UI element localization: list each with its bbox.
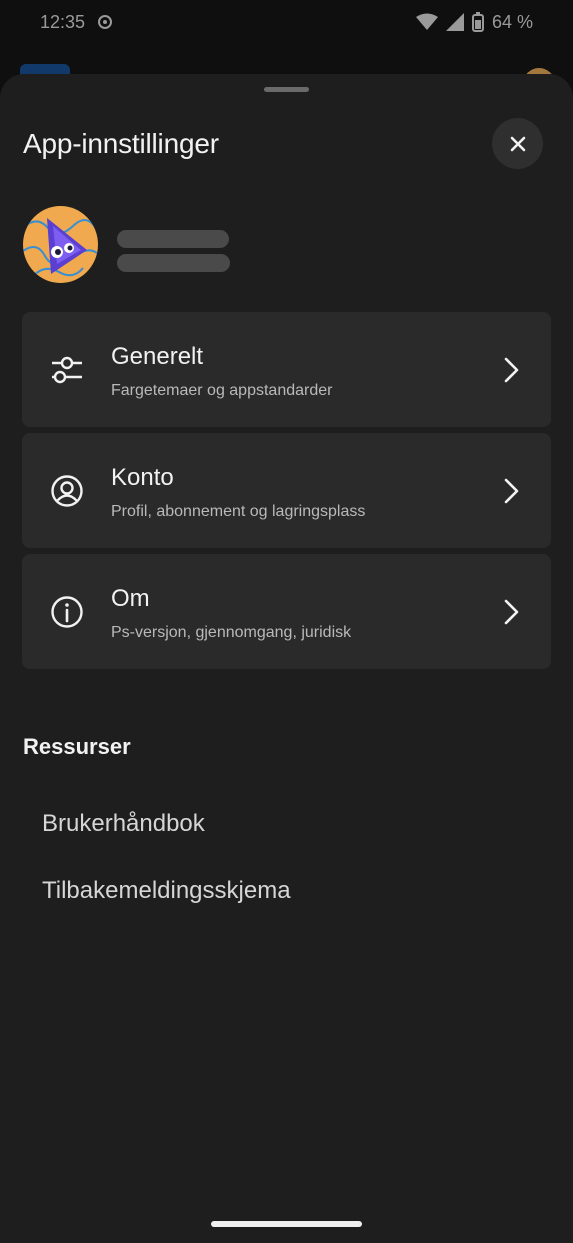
- avatar[interactable]: [23, 206, 98, 283]
- user-circle-icon: [51, 475, 83, 507]
- avatar-illustration-icon: [23, 206, 98, 283]
- settings-gear-icon: [98, 15, 113, 29]
- menu-item-label: Konto: [111, 464, 174, 491]
- menu-item-label: Om: [111, 585, 150, 612]
- chevron-right-icon: [504, 478, 519, 504]
- user-guide-link[interactable]: Brukerhåndbok: [42, 810, 205, 838]
- battery-icon: [471, 12, 484, 32]
- chevron-right-icon: [504, 599, 519, 625]
- menu-item-subtitle: Profil, abonnement og lagringsplass: [111, 503, 366, 520]
- page-title: App-innstillinger: [23, 128, 219, 159]
- settings-sheet: App-innstillinger Generelt Fargetemaer o…: [0, 74, 573, 1243]
- home-indicator[interactable]: [211, 1221, 362, 1227]
- status-left: 12:35: [40, 12, 115, 33]
- signal-icon: [445, 13, 464, 31]
- menu-item-account[interactable]: Konto Profil, abonnement og lagringsplas…: [22, 433, 551, 548]
- sliders-icon: [52, 356, 82, 384]
- feedback-form-link[interactable]: Tilbakemeldingsskjema: [42, 877, 291, 905]
- drag-handle[interactable]: [264, 87, 309, 92]
- redacted-email: [117, 254, 230, 272]
- status-right: 64 %: [415, 11, 533, 33]
- menu-item-subtitle: Ps-versjon, gjennomgang, juridisk: [111, 624, 352, 641]
- close-icon: [510, 136, 525, 151]
- menu-item-subtitle: Fargetemaer og appstandarder: [111, 382, 333, 399]
- battery-percentage: 64 %: [491, 11, 533, 32]
- menu-item-about[interactable]: Om Ps-versjon, gjennomgang, juridisk: [22, 554, 551, 669]
- menu-item-label: Generelt: [111, 343, 204, 370]
- redacted-name: [117, 230, 229, 248]
- wifi-icon: [415, 13, 438, 30]
- status-bar: 12:35 64 %: [0, 0, 573, 44]
- status-time: 12:35: [40, 11, 86, 32]
- resources-heading: Ressurser: [23, 734, 131, 759]
- info-icon: [51, 596, 83, 628]
- menu-item-general[interactable]: Generelt Fargetemaer og appstandarder: [22, 312, 551, 427]
- close-button[interactable]: [492, 118, 543, 169]
- chevron-right-icon: [504, 357, 519, 383]
